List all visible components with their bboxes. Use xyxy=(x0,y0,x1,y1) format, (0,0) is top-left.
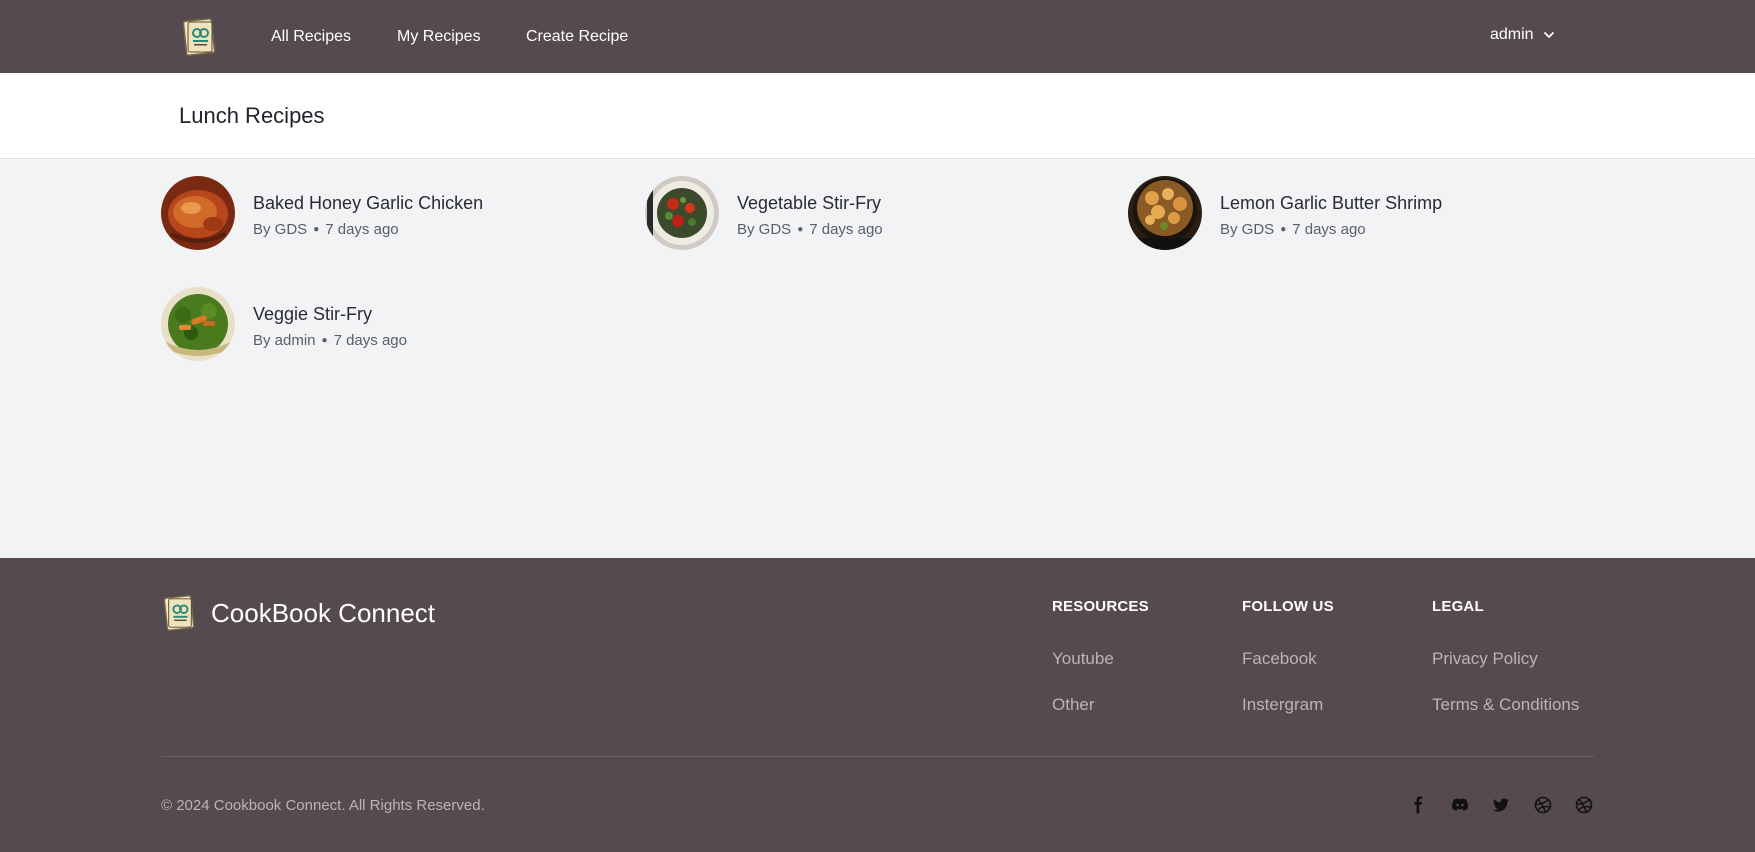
recipe-author: By GDS xyxy=(1220,221,1275,238)
facebook-icon[interactable] xyxy=(1408,794,1430,816)
cookbook-logo-icon xyxy=(163,595,197,631)
stir-fry-bowl-image xyxy=(645,176,719,250)
shrimp-pan-image xyxy=(1128,176,1202,250)
recipe-time: 7 days ago xyxy=(809,221,883,238)
copyright: © 2024 Cookbook Connect. All Rights Rese… xyxy=(161,797,485,814)
footer-divider xyxy=(161,756,1594,757)
chevron-down-icon xyxy=(1543,32,1554,38)
recipe-meta: By GDS ● 7 days ago xyxy=(1220,221,1366,238)
footer: CookBook Connect RESOURCES Youtube Other… xyxy=(0,558,1755,852)
recipe-card[interactable]: Lemon Garlic Butter Shrimp By GDS ● 7 da… xyxy=(1128,176,1588,252)
nav-all-recipes[interactable]: All Recipes xyxy=(271,28,351,46)
user-menu[interactable]: admin xyxy=(1490,26,1556,44)
footer-link-facebook[interactable]: Facebook xyxy=(1242,649,1317,669)
recipe-title: Lemon Garlic Butter Shrimp xyxy=(1220,193,1443,213)
dribbble-icon[interactable] xyxy=(1573,794,1595,816)
recipe-author: By GDS xyxy=(737,221,792,238)
footer-link-terms[interactable]: Terms & Conditions xyxy=(1432,695,1579,715)
user-name: admin xyxy=(1490,26,1534,43)
recipe-title: Baked Honey Garlic Chicken xyxy=(253,193,484,213)
nav-create-recipe[interactable]: Create Recipe xyxy=(526,28,628,46)
footer-heading-resources: RESOURCES xyxy=(1052,598,1149,615)
footer-heading-follow-us: FOLLOW US xyxy=(1242,598,1334,615)
recipe-meta: By GDS ● 7 days ago xyxy=(737,221,883,238)
recipe-meta: By admin ● 7 days ago xyxy=(253,332,407,349)
footer-brand-name: CookBook Connect xyxy=(211,597,436,628)
nav-my-recipes[interactable]: My Recipes xyxy=(397,28,481,46)
dribbble-icon[interactable] xyxy=(1532,794,1554,816)
recipe-card[interactable]: Vegetable Stir-Fry By GDS ● 7 days ago xyxy=(645,176,1105,252)
footer-link-privacy-policy[interactable]: Privacy Policy xyxy=(1432,649,1538,669)
footer-heading-legal: LEGAL xyxy=(1432,598,1484,615)
twitter-icon[interactable] xyxy=(1490,794,1512,816)
recipe-card[interactable]: Veggie Stir-Fry By admin ● 7 days ago xyxy=(161,287,621,363)
recipe-title: Veggie Stir-Fry xyxy=(253,304,373,324)
page-title: Lunch Recipes xyxy=(179,103,325,128)
top-navbar: All Recipes My Recipes Create Recipe adm… xyxy=(0,0,1755,73)
broccoli-stir-fry-image xyxy=(161,287,235,361)
recipe-time: 7 days ago xyxy=(1292,221,1366,238)
recipe-time: 7 days ago xyxy=(325,221,399,238)
footer-link-instagram[interactable]: Instergram xyxy=(1242,695,1323,715)
recipe-meta: By GDS ● 7 days ago xyxy=(253,221,399,238)
recipe-time: 7 days ago xyxy=(333,332,407,349)
cookbook-logo-icon[interactable] xyxy=(182,18,218,56)
discord-icon[interactable] xyxy=(1449,794,1471,816)
recipe-author: By admin xyxy=(253,332,316,349)
recipe-title: Vegetable Stir-Fry xyxy=(737,193,882,213)
footer-link-youtube[interactable]: Youtube xyxy=(1052,649,1114,669)
page-header: Lunch Recipes xyxy=(0,73,1755,159)
recipe-author: By GDS xyxy=(253,221,308,238)
footer-brand[interactable]: CookBook Connect xyxy=(163,595,435,631)
roast-chicken-image xyxy=(161,176,235,250)
footer-link-other[interactable]: Other xyxy=(1052,695,1095,715)
recipe-card[interactable]: Baked Honey Garlic Chicken By GDS ● 7 da… xyxy=(161,176,621,252)
